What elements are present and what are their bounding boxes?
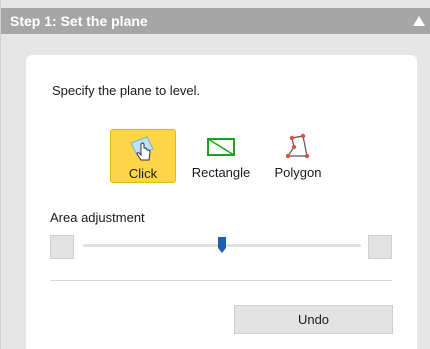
mode-click-label: Click	[128, 166, 158, 181]
hand-pointer-icon	[127, 133, 159, 163]
step-title: Step 1: Set the plane	[10, 13, 148, 29]
undo-button[interactable]: Undo	[234, 305, 393, 334]
rectangle-icon	[206, 132, 236, 162]
mode-rectangle-button[interactable]: Rectangle	[186, 129, 256, 183]
triangle-up-icon[interactable]	[412, 15, 426, 27]
slider-increase-button[interactable]	[368, 235, 392, 259]
area-adjustment-label: Area adjustment	[50, 210, 145, 225]
area-slider-thumb[interactable]	[218, 237, 226, 253]
slider-decrease-button[interactable]	[50, 235, 74, 259]
mode-polygon-label: Polygon	[274, 165, 322, 180]
instruction-text: Specify the plane to level.	[52, 83, 201, 98]
polygon-icon	[284, 132, 312, 162]
step-1-window: Step 1: Set the plane Specify the plane …	[0, 0, 430, 349]
step-header[interactable]: Step 1: Set the plane	[1, 8, 430, 34]
mode-click-button[interactable]: Click	[110, 129, 176, 183]
mode-rectangle-label: Rectangle	[191, 165, 251, 180]
divider	[50, 280, 392, 281]
mode-polygon-button[interactable]: Polygon	[268, 129, 328, 183]
plane-panel: Specify the plane to level. Click Rectan…	[26, 55, 417, 349]
